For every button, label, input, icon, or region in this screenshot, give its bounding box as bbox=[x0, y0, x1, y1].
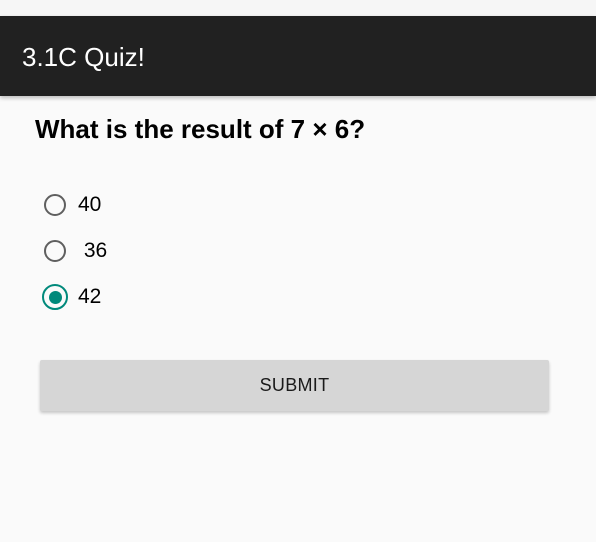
answer-option-label: 40 bbox=[78, 193, 102, 216]
answer-option-label: 42 bbox=[78, 285, 102, 308]
answer-radio-group: 40 36 42 bbox=[40, 182, 340, 320]
question-text: What is the result of 7 × 6? bbox=[35, 114, 366, 144]
answer-option-40[interactable]: 40 bbox=[40, 182, 340, 228]
radio-unchecked-icon[interactable] bbox=[44, 240, 66, 262]
radio-unchecked-icon[interactable] bbox=[44, 194, 66, 216]
status-bar bbox=[0, 0, 596, 16]
app-bar: 3.1C Quiz! bbox=[0, 16, 596, 96]
answer-option-42[interactable]: 42 bbox=[40, 274, 340, 320]
submit-button[interactable]: SUBMIT bbox=[40, 360, 549, 411]
radio-checked-icon[interactable] bbox=[42, 284, 68, 310]
radio-selected-dot bbox=[48, 290, 62, 304]
app-title: 3.1C Quiz! bbox=[22, 42, 145, 72]
answer-option-label: 36 bbox=[78, 239, 108, 262]
answer-option-36[interactable]: 36 bbox=[40, 228, 340, 274]
